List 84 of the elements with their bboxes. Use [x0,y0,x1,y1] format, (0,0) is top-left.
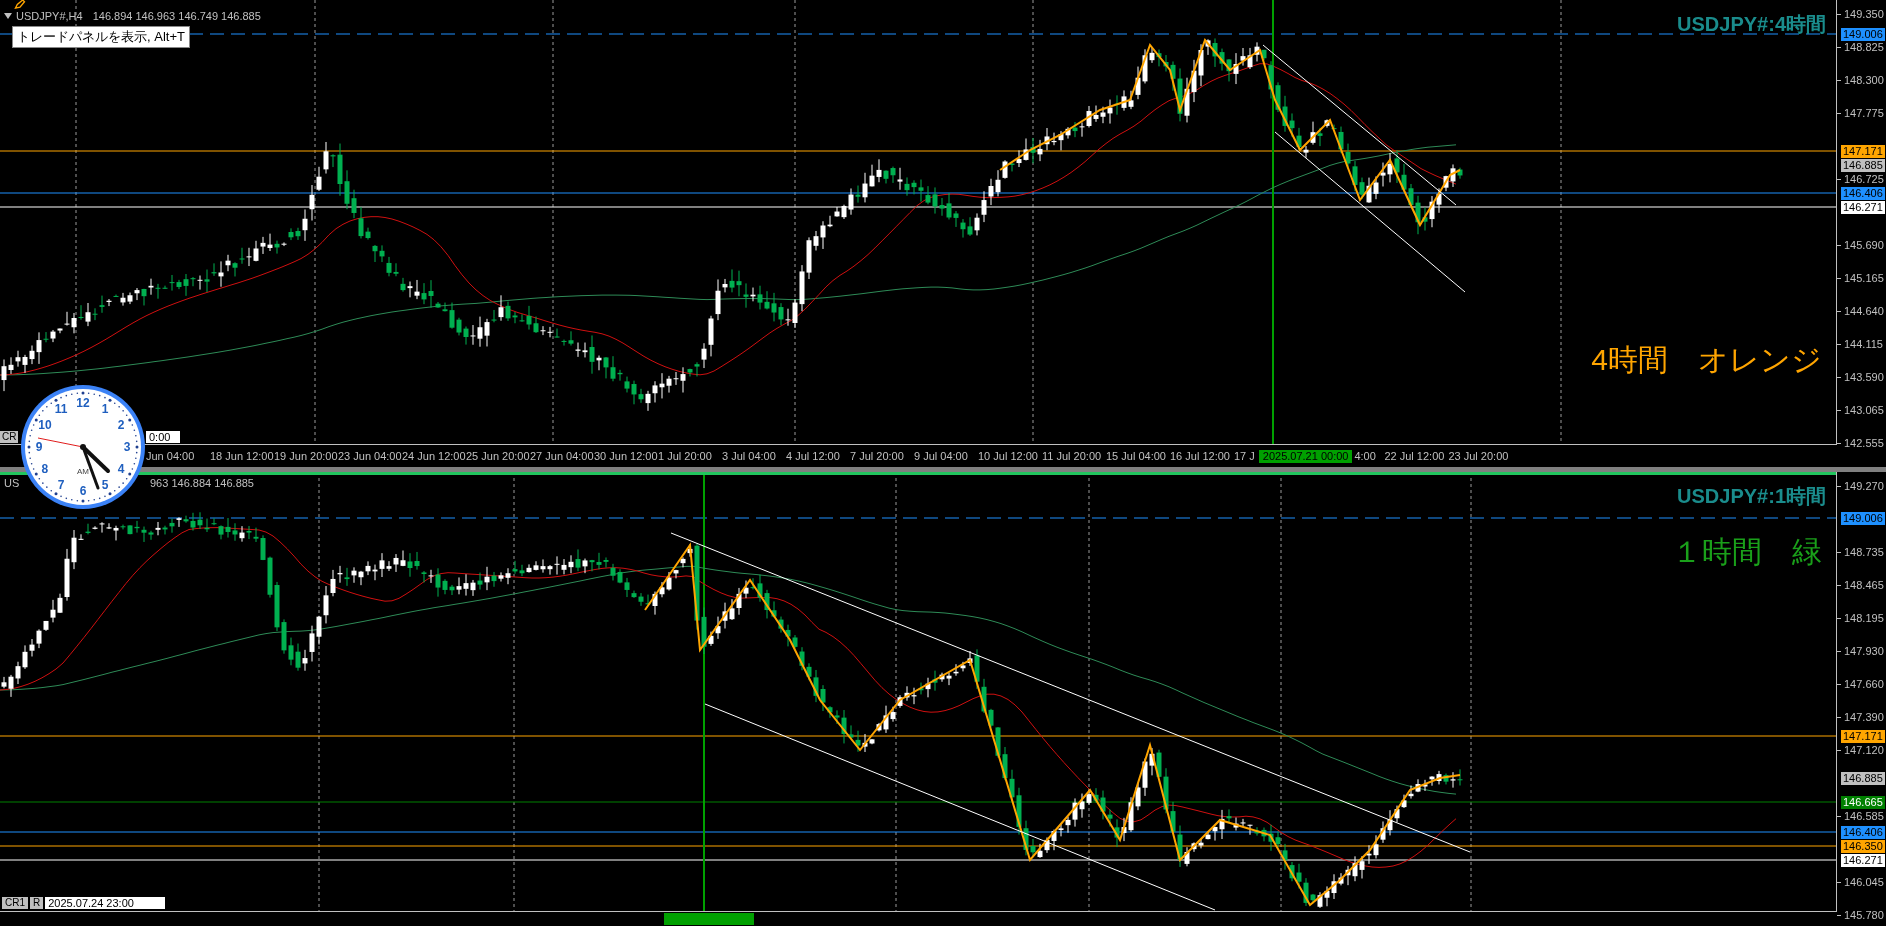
price-axis-label: 146.585 [1844,809,1884,823]
time-axis-label: 15 Jul 04:00 [1106,448,1167,464]
price-axis-label: 147.775 [1844,106,1884,120]
clock-numeral: 2 [117,418,125,432]
clock-numeral: 1 [101,401,109,416]
time-axis-label: Jun 04:00 [146,448,196,464]
clock-numeral: 5 [101,478,109,493]
price-tag: 147.171 [1841,144,1885,158]
timeframe-title: USDJPY#:1時間 [1677,484,1826,508]
time-axis-label: 27 Jun 04:00 [530,448,594,464]
clock-numeral: 7 [57,478,65,493]
price-axis-label: 146.045 [1844,875,1884,889]
time-axis-label: 7 Jul 20:00 [850,448,905,464]
price-axis-label: 149.270 [1844,479,1884,493]
clock-numeral: 8 [41,462,49,476]
price-axis-label: 149.350 [1844,7,1884,21]
price-tag: 146.406 [1841,186,1885,200]
clock-numeral: 12 [76,396,90,410]
time-axis-label: 25 Jun 20:00 [466,448,530,464]
price-axis-label: 148.465 [1844,578,1884,592]
time-axis-label: 9 Jul 04:00 [914,448,969,464]
chart-note: １時間 緑 [1672,534,1822,570]
price-axis-label: 142.555 [1844,436,1884,450]
time-axis-label: 24 Jun 12:00 [402,448,466,464]
chart-note: 4時間 オレンジ [1591,342,1822,378]
price-axis-label: 147.660 [1844,677,1884,691]
symbol-label: US [4,476,20,490]
price-tag: 146.885 [1841,158,1885,172]
clock-numeral: 4 [117,462,125,476]
clock-period: AM [77,467,89,476]
time-axis-label: 3 Jul 04:00 [722,448,777,464]
trade-panel-tooltip: トレードパネルを表示, Alt+T [12,26,190,48]
time-axis-label: 4:00 [1354,448,1377,464]
clock-numeral: 3 [123,440,131,454]
price-axis-label: 145.780 [1844,908,1884,922]
ohlc-quotes: 146.894 146.963 146.749 146.885 [92,9,261,23]
time-axis-label: 18 Jun 12:00 [210,448,274,464]
time-axis-label: 23 Jul 20:00 [1448,448,1510,464]
price-axis-label: 148.195 [1844,611,1884,625]
time-axis-label: 19 Jun 20:00 [274,448,338,464]
time-axis-label: 17 J [1234,448,1255,464]
time-axis-label: 23 Jun 04:00 [338,448,402,464]
price-tag: 149.006 [1841,511,1885,525]
time-axis-label: 4 Jul 12:00 [786,448,841,464]
time-field[interactable]: 2025.07.24 23:00 [45,897,166,909]
time-field[interactable]: 0:00 [146,431,180,443]
price-tag: 149.006 [1841,27,1885,41]
price-axis-label: 148.735 [1844,545,1884,559]
price-axis-label: 145.165 [1844,271,1884,285]
clock-numeral: 10 [38,418,52,432]
clock-numeral: 11 [54,401,68,416]
price-axis-label: 144.640 [1844,304,1884,318]
time-axis-label: 30 Jun 12:00 [594,448,658,464]
price-axis-label: 147.120 [1844,743,1884,757]
clock-numeral: 9 [35,440,43,454]
price-axis-label: 148.825 [1844,40,1884,54]
price-tag: 147.171 [1841,729,1885,743]
time-axis-label: 11 Jul 20:00 [1042,448,1103,464]
price-axis-label: 145.690 [1844,238,1884,252]
price-axis-label: 143.590 [1844,370,1884,384]
clock-numeral: 6 [79,484,87,498]
cr-button[interactable]: CR [0,431,19,443]
price-tag: 146.271 [1841,200,1885,214]
time-axis-label: 10 Jul 12:00 [978,448,1039,464]
time-axis-label: 16 Jul 12:00 [1170,448,1231,464]
price-axis-label: 146.725 [1844,172,1884,186]
price-tag: 146.350 [1841,839,1885,853]
price-axis-label: 148.300 [1844,73,1884,87]
time-axis-label: 22 Jul 12:00 [1384,448,1446,464]
price-axis-label: 147.390 [1844,710,1884,724]
price-tag: 146.406 [1841,825,1885,839]
timeframe-title: USDJPY#:4時間 [1677,12,1826,36]
price-axis-label: 143.065 [1844,403,1884,417]
price-axis-label: 144.115 [1844,337,1883,351]
price-axis-label: 147.930 [1844,644,1884,658]
chart-button[interactable]: R [30,897,44,909]
crosshair-time-label: 2025.07.21 00:00 [1258,449,1353,463]
ohlc-quotes: 963 146.884 146.885 [150,476,254,490]
price-tag: 146.885 [1841,771,1885,785]
chart-button[interactable]: CR1 [2,897,28,909]
price-tag: 146.665 [1841,795,1885,809]
symbol-label: USDJPY#,H4 [16,9,83,23]
price-tag: 146.271 [1841,853,1885,867]
time-axis-label: 1 Jul 20:00 [658,448,713,464]
